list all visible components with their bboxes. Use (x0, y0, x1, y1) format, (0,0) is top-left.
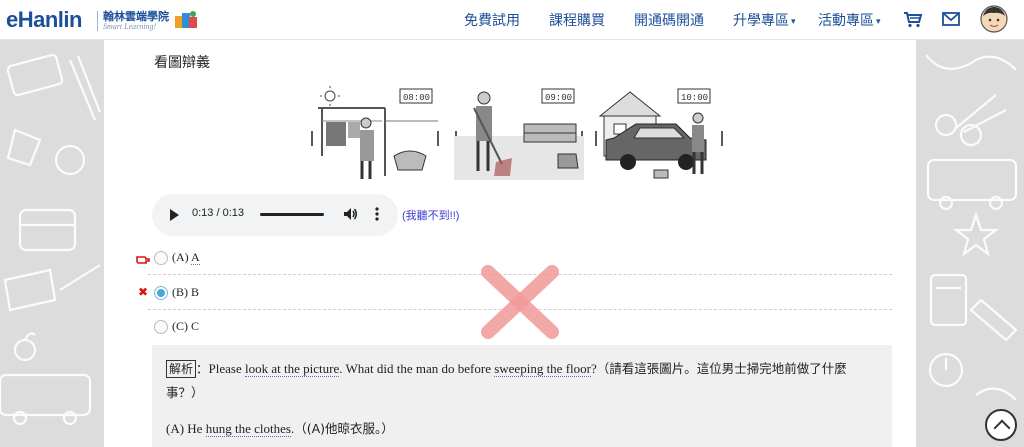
audio-progress-slider[interactable] (260, 213, 324, 216)
option-c-label[interactable]: (C) C (172, 319, 199, 334)
cart-icon[interactable] (903, 11, 923, 28)
mail-icon[interactable] (942, 12, 960, 26)
nav-events-zone[interactable]: 活動專區 ▾ (818, 10, 881, 30)
doodle-pattern-icon (925, 54, 1018, 401)
ehanlin-logo[interactable]: eHanlin (6, 7, 82, 33)
question-card: 看圖辯義 08:00 09:00 10:00 0:13 / 0:13 (我聽不到… (104, 40, 916, 447)
clock-label: 08:00 (403, 93, 430, 103)
nav-exam-zone[interactable]: 升學專區 ▾ (733, 10, 796, 30)
logo-divider (97, 11, 98, 31)
vocab-look-at-the-picture[interactable]: look at the picture (245, 361, 340, 377)
vocab-hung-the-clothes[interactable]: hung the clothes (205, 421, 291, 437)
option-b-label[interactable]: (B) B (172, 285, 199, 300)
analysis-panel: 解析 ：Please look at the picture. What did … (152, 345, 892, 447)
nav-free-trial[interactable]: 免費試用 (464, 10, 520, 30)
more-options-icon[interactable] (374, 206, 380, 222)
clock-label: 09:00 (545, 93, 572, 103)
incorrect-x-icon (481, 265, 559, 339)
logo-slogan: Smart Learning! (103, 22, 157, 31)
picture-2-sweeping-floor: 09:00 (454, 88, 584, 180)
top-header: eHanlin 翰林雲端學院 Smart Learning! 免費試用 課程購買… (0, 0, 1024, 40)
option-b-radio[interactable] (154, 286, 168, 300)
clock-label: 10:00 (681, 93, 708, 103)
audio-player[interactable]: 0:13 / 0:13 (152, 194, 398, 236)
picture-1-hanging-clothes: 08:00 (311, 86, 439, 179)
section-title: 看圖辯義 (154, 55, 210, 71)
cant-hear-link[interactable]: (我聽不到!!) (402, 207, 459, 223)
wrong-x-icon: ✖ (138, 285, 149, 299)
option-c-radio[interactable] (154, 320, 168, 334)
user-avatar[interactable] (980, 5, 1008, 33)
logo-books-icon (175, 11, 197, 28)
doodle-pattern-icon (0, 53, 102, 426)
nav-activation-code[interactable]: 開通碼開通 (634, 10, 704, 30)
audio-time: 0:13 / 0:13 (192, 207, 244, 219)
analysis-answer-line: (A) He hung the clothes.（(A)他晾衣服。） (166, 421, 394, 437)
analysis-tag: 解析 (166, 360, 197, 378)
volume-icon[interactable] (342, 206, 358, 222)
vocab-sweeping-the-floor[interactable]: sweeping the floor (494, 361, 591, 377)
right-doodle-background (916, 40, 1024, 447)
scroll-to-top-button[interactable] (985, 409, 1017, 441)
chevron-down-icon: ▾ (876, 17, 881, 27)
option-a-label[interactable]: (A) A (172, 250, 200, 265)
picture-3-washing-car: 10:00 (595, 88, 723, 179)
chevron-down-icon: ▾ (791, 17, 796, 27)
option-a-radio[interactable] (154, 251, 168, 265)
nav-course-purchase[interactable]: 課程購買 (549, 10, 605, 30)
play-icon[interactable] (170, 209, 179, 221)
analysis-question-line: 解析 ：Please look at the picture. What did … (166, 360, 847, 400)
left-doodle-background (0, 40, 104, 447)
